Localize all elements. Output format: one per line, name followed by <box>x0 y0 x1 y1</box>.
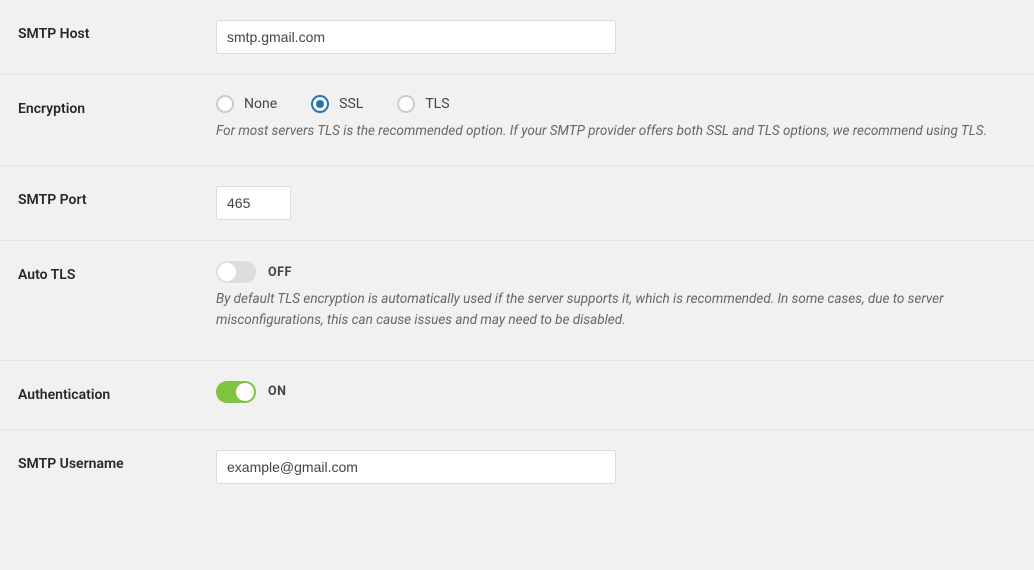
radio-icon <box>216 95 234 113</box>
authentication-toggle[interactable] <box>216 381 256 403</box>
encryption-none-label: None <box>244 96 277 112</box>
auto-tls-state: OFF <box>268 265 292 280</box>
encryption-ssl-option[interactable]: SSL <box>311 95 363 113</box>
encryption-label: Encryption <box>18 95 216 117</box>
authentication-row: Authentication ON <box>0 361 1034 430</box>
authentication-state: ON <box>268 384 286 399</box>
radio-icon <box>397 95 415 113</box>
auto-tls-description: By default TLS encryption is automatical… <box>216 289 1016 330</box>
smtp-host-row: SMTP Host <box>0 0 1034 75</box>
smtp-username-field <box>216 450 1016 484</box>
encryption-radio-group: None SSL TLS <box>216 95 1016 113</box>
smtp-username-label: SMTP Username <box>18 450 216 472</box>
smtp-port-row: SMTP Port <box>0 166 1034 241</box>
radio-dot-icon <box>316 100 324 108</box>
smtp-port-field <box>216 186 1016 220</box>
radio-icon <box>311 95 329 113</box>
auto-tls-label: Auto TLS <box>18 261 216 283</box>
smtp-username-row: SMTP Username <box>0 430 1034 504</box>
smtp-username-input[interactable] <box>216 450 616 484</box>
auto-tls-row: Auto TLS OFF By default TLS encryption i… <box>0 241 1034 361</box>
encryption-description: For most servers TLS is the recommended … <box>216 121 1016 141</box>
smtp-port-label: SMTP Port <box>18 186 216 208</box>
smtp-host-input[interactable] <box>216 20 616 54</box>
encryption-tls-option[interactable]: TLS <box>397 95 449 113</box>
authentication-toggle-wrap: ON <box>216 381 1016 403</box>
toggle-knob-icon <box>236 383 254 401</box>
authentication-label: Authentication <box>18 381 216 403</box>
auto-tls-toggle-wrap: OFF <box>216 261 1016 283</box>
smtp-settings-form: SMTP Host Encryption None SSL TLS <box>0 0 1034 504</box>
smtp-host-label: SMTP Host <box>18 20 216 42</box>
encryption-field: None SSL TLS For most servers TLS is the… <box>216 95 1016 141</box>
encryption-row: Encryption None SSL TLS For most servers… <box>0 75 1034 166</box>
encryption-tls-label: TLS <box>425 96 449 112</box>
auto-tls-toggle[interactable] <box>216 261 256 283</box>
toggle-knob-icon <box>218 263 236 281</box>
smtp-port-input[interactable] <box>216 186 291 220</box>
authentication-field: ON <box>216 381 1016 409</box>
auto-tls-field: OFF By default TLS encryption is automat… <box>216 261 1016 330</box>
encryption-ssl-label: SSL <box>339 96 363 112</box>
encryption-none-option[interactable]: None <box>216 95 277 113</box>
smtp-host-field <box>216 20 1016 54</box>
